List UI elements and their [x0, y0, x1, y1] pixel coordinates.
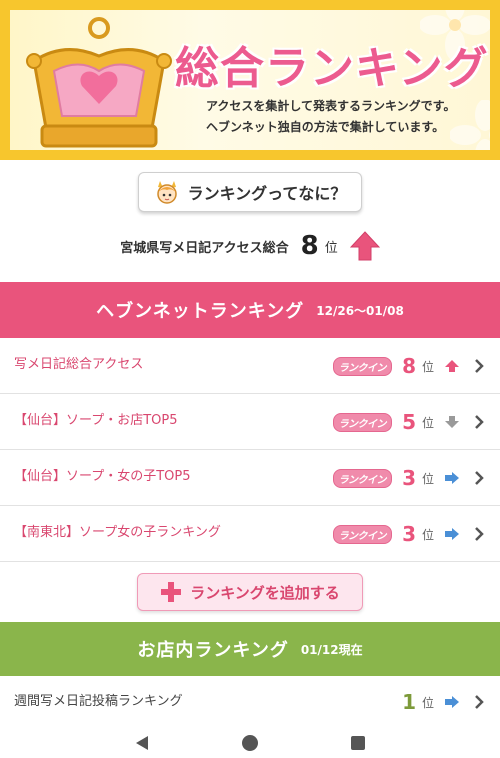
mascot-icon [156, 181, 177, 204]
home-icon[interactable] [241, 734, 259, 752]
chevron-right-icon [475, 695, 484, 709]
ranking-row[interactable]: 【仙台】ソープ・お店TOP5 ランクイン 5 位 [0, 394, 500, 450]
rank-in-badge: ランクイン [332, 356, 393, 376]
heaven-ranking-header: ヘブンネットランキング 12/26〜01/08 [0, 282, 500, 338]
ranking-banner: 総合ランキング アクセスを集計して発表するランキングです。 ヘブンネット独自の方… [0, 0, 500, 160]
banner-inner: 総合ランキング アクセスを集計して発表するランキングです。 ヘブンネット独自の方… [10, 10, 490, 150]
ranking-name: 週間写メ日記投稿ランキング [14, 694, 183, 709]
overall-rank-value: 8 [300, 231, 319, 261]
banner-description-line: アクセスを集計して発表するランキングです。 [206, 99, 456, 113]
ranking-unit: 位 [421, 527, 434, 542]
trend-same-icon [445, 528, 459, 540]
ranking-unit: 位 [421, 695, 434, 710]
ranking-list: 写メ日記総合アクセス ランクイン 8 位 【仙台】ソープ・お店TOP5 ランクイ… [0, 338, 500, 562]
rank-in-badge: ランクイン [332, 412, 393, 432]
section-title: お店内ランキング [137, 640, 289, 661]
ranking-unit: 位 [421, 359, 434, 374]
ranking-row[interactable]: 【南東北】ソープ女の子ランキング ランクイン 3 位 [0, 506, 500, 562]
shop-ranking-header: お店内ランキング 01/12現在 [0, 622, 500, 676]
chevron-right-icon [475, 471, 484, 485]
crown-icon [26, 17, 172, 148]
trend-same-icon [445, 472, 459, 484]
banner-title: 総合ランキング [175, 43, 489, 94]
ranking-name: 【仙台】ソープ・お店TOP5 [14, 413, 178, 428]
shop-ranking-row[interactable]: 週間写メ日記投稿ランキング 1 位 [0, 676, 500, 728]
ranking-row[interactable]: 写メ日記総合アクセス ランクイン 8 位 [0, 338, 500, 394]
section-period: 12/26〜01/08 [316, 303, 404, 318]
ranking-name: 【仙台】ソープ・女の子TOP5 [14, 469, 191, 484]
ranking-position: 5 [402, 410, 416, 434]
chevron-right-icon [475, 359, 484, 373]
chevron-right-icon [475, 527, 484, 541]
section-date: 01/12現在 [300, 642, 363, 657]
system-navigation-bar [0, 728, 500, 758]
ranking-position: 1 [402, 690, 416, 714]
ranking-name: 【南東北】ソープ女の子ランキング [14, 525, 221, 540]
banner-description-line: ヘブンネット独自の方法で集計しています。 [206, 120, 445, 134]
what-is-ranking-label: ランキングってなに？ [187, 184, 347, 203]
rank-in-badge: ランクイン [332, 468, 393, 488]
trend-up-icon [349, 231, 380, 261]
ranking-unit: 位 [421, 471, 434, 486]
back-icon[interactable] [133, 734, 151, 752]
plus-icon [161, 582, 182, 602]
overall-rank: 宮城県写メ日記アクセス総合 8 位 [0, 226, 500, 266]
banner-description: アクセスを集計して発表するランキングです。 ヘブンネット独自の方法で集計していま… [206, 96, 455, 138]
overall-rank-label: 宮城県写メ日記アクセス総合 [120, 240, 289, 256]
flower-decoration-icon [450, 100, 490, 150]
ranking-unit: 位 [421, 415, 434, 430]
add-ranking-button[interactable]: ランキングを追加する [137, 573, 363, 611]
trend-down-icon [445, 416, 459, 428]
ranking-name: 写メ日記総合アクセス [14, 357, 144, 372]
recent-apps-icon[interactable] [349, 734, 367, 752]
ranking-position: 8 [402, 354, 416, 378]
ranking-position: 3 [402, 466, 416, 490]
chevron-right-icon [475, 415, 484, 429]
what-is-ranking-button[interactable]: ランキングってなに？ [138, 172, 362, 212]
overall-rank-unit: 位 [324, 240, 338, 256]
ranking-position: 3 [402, 522, 416, 546]
rank-in-badge: ランクイン [332, 524, 393, 544]
ranking-row[interactable]: 【仙台】ソープ・女の子TOP5 ランクイン 3 位 [0, 450, 500, 506]
add-ranking-label: ランキングを追加する [190, 583, 340, 602]
trend-up-icon [445, 360, 459, 372]
trend-same-icon [445, 696, 459, 708]
section-title: ヘブンネットランキング [96, 301, 305, 322]
